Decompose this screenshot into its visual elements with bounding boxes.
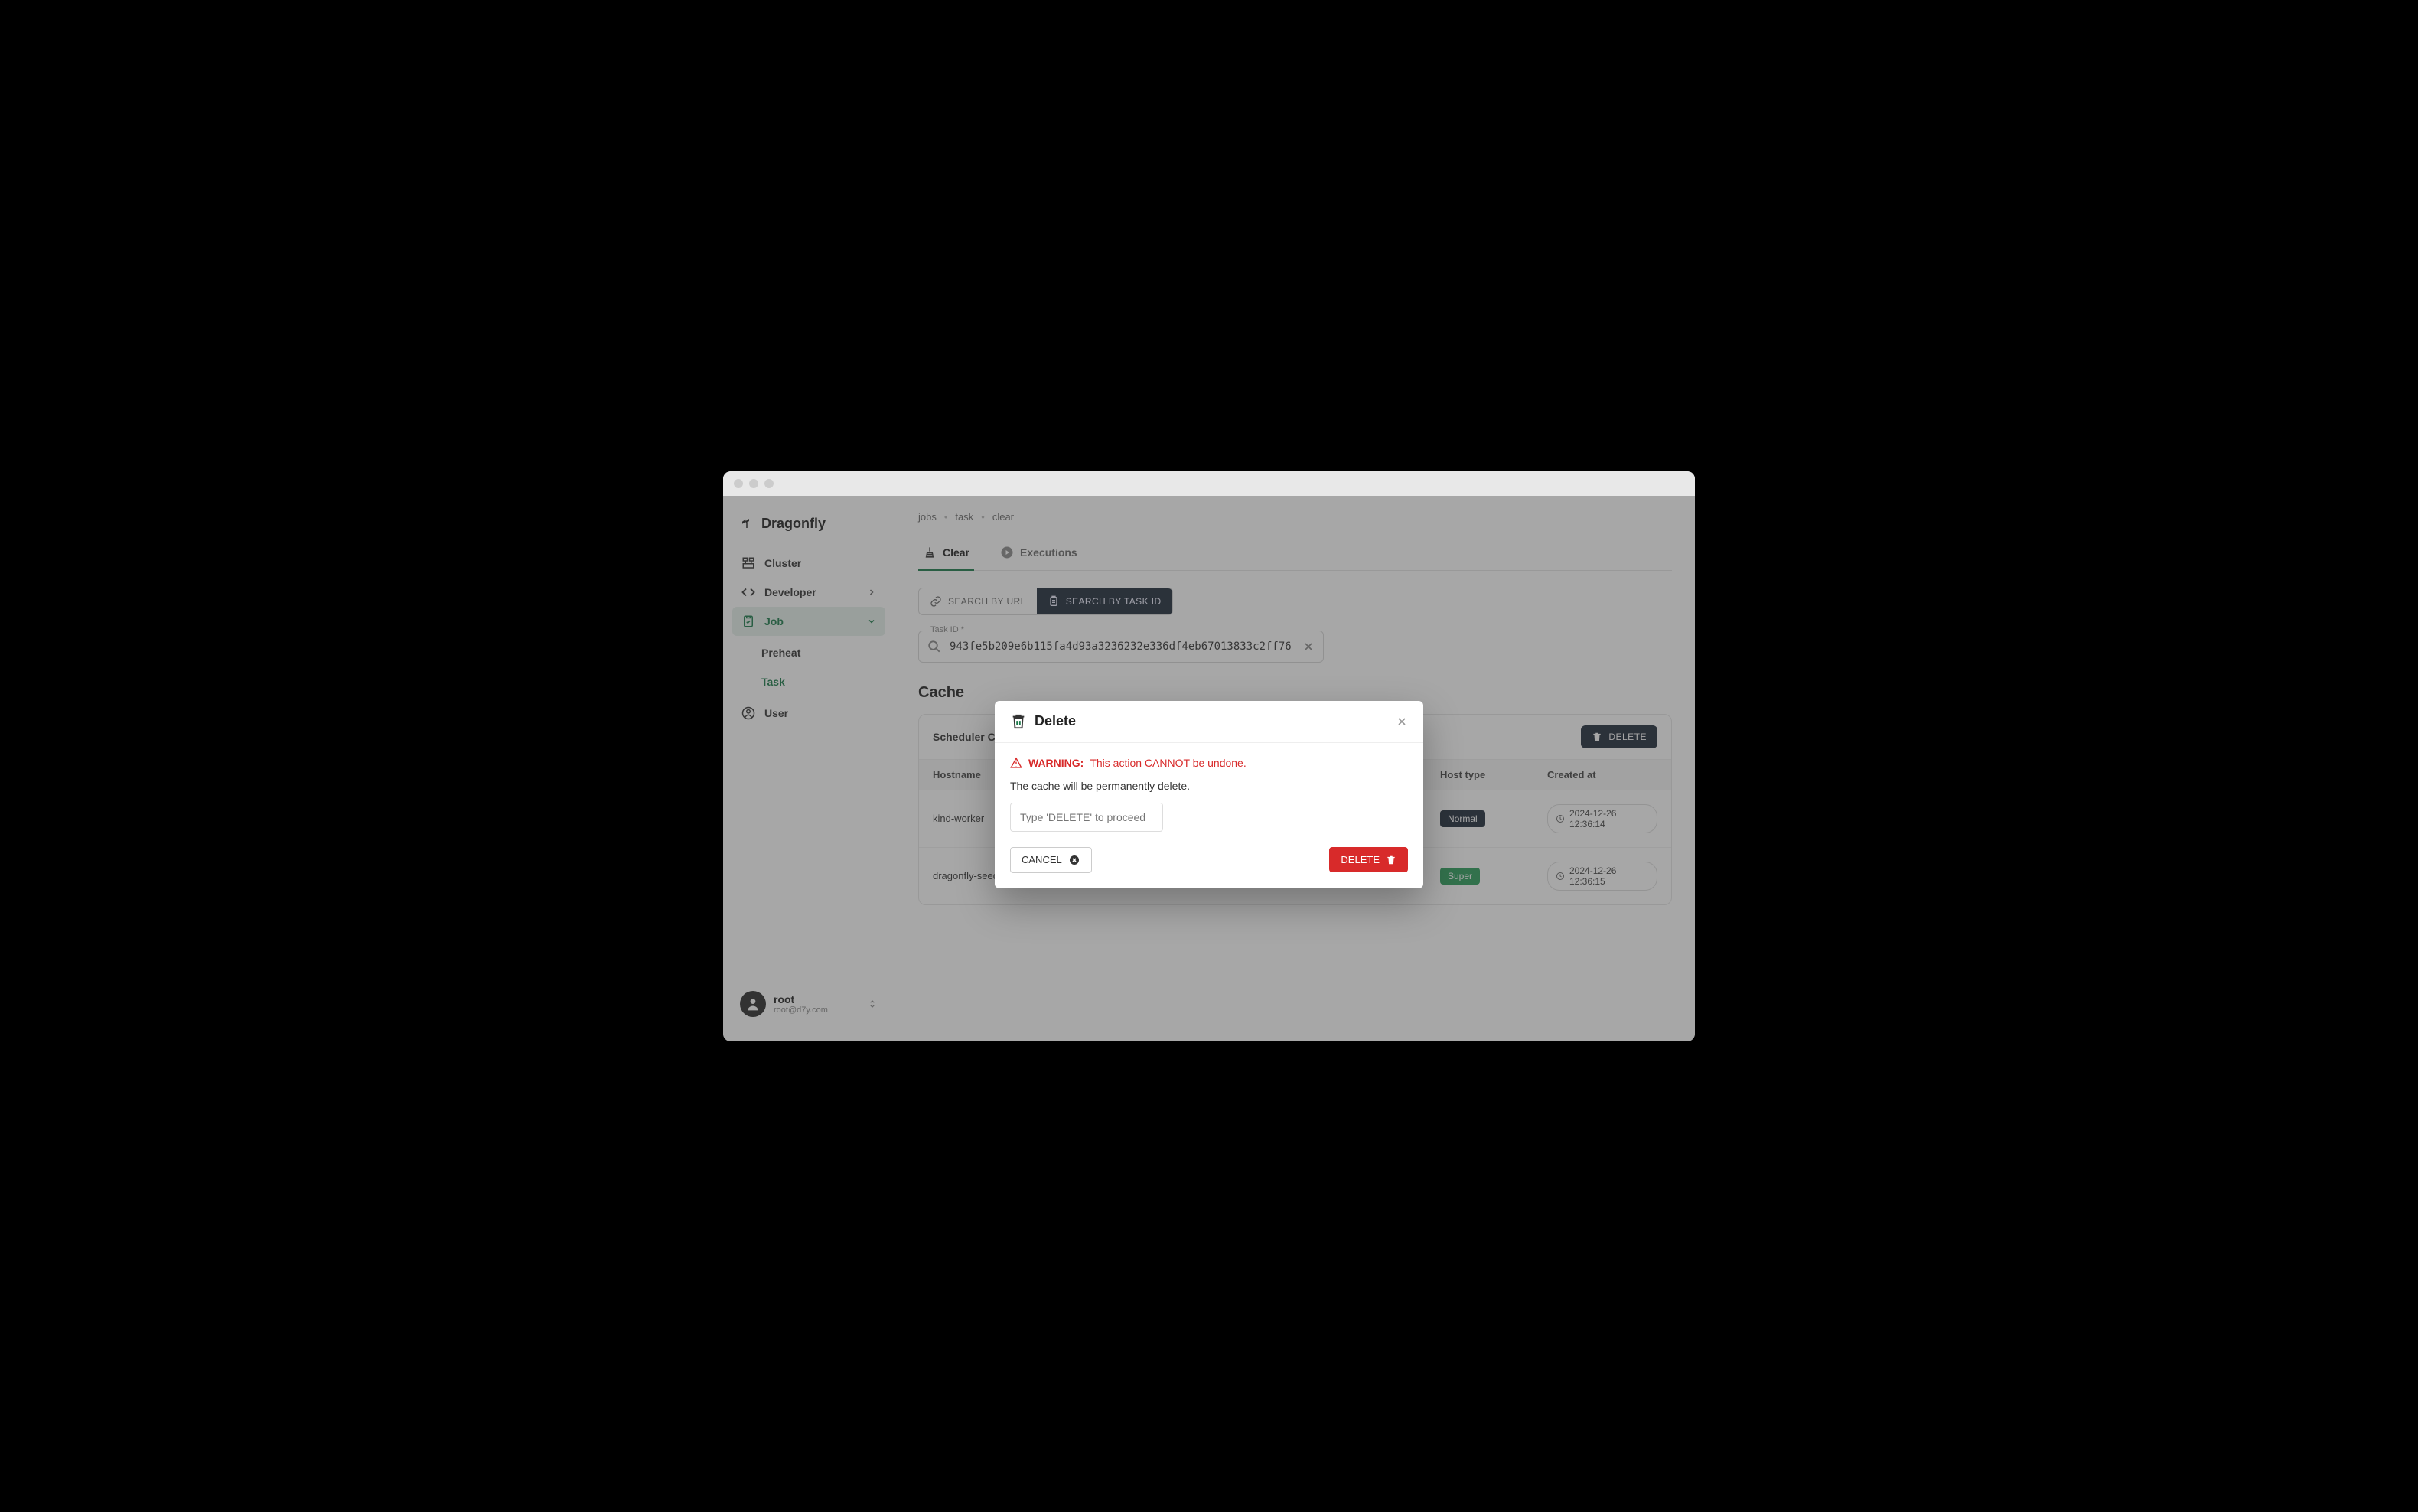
delete-confirm-input[interactable] xyxy=(1010,803,1163,832)
modal-message: The cache will be permanently delete. xyxy=(1010,780,1408,792)
window-min-dot[interactable] xyxy=(749,479,758,488)
confirm-delete-button[interactable]: DELETE xyxy=(1329,847,1408,872)
app-body: Dragonfly Cluster Developer xyxy=(723,496,1695,1041)
window-max-dot[interactable] xyxy=(764,479,774,488)
modal-title: Delete xyxy=(1035,713,1076,729)
confirm-label: DELETE xyxy=(1341,854,1380,865)
app-window: Dragonfly Cluster Developer xyxy=(723,471,1695,1041)
cancel-label: CANCEL xyxy=(1022,854,1062,865)
modal-body: WARNING: This action CANNOT be undone. T… xyxy=(995,743,1423,888)
delete-modal: Delete WARNING: This action CANNOT be un… xyxy=(995,701,1423,888)
warning-text: This action CANNOT be undone. xyxy=(1090,757,1246,769)
warning-icon xyxy=(1010,757,1022,769)
warning-row: WARNING: This action CANNOT be undone. xyxy=(1010,757,1408,769)
modal-overlay[interactable]: Delete WARNING: This action CANNOT be un… xyxy=(723,496,1695,1041)
cancel-button[interactable]: CANCEL xyxy=(1010,847,1092,873)
cancel-circle-icon xyxy=(1068,854,1080,866)
warning-label: WARNING: xyxy=(1028,757,1084,769)
modal-header: Delete xyxy=(995,701,1423,743)
window-close-dot[interactable] xyxy=(734,479,743,488)
window-titlebar xyxy=(723,471,1695,496)
trash-icon xyxy=(1010,713,1027,730)
close-icon[interactable] xyxy=(1396,715,1408,728)
trash-icon xyxy=(1386,855,1396,865)
modal-actions: CANCEL DELETE xyxy=(1010,847,1408,873)
